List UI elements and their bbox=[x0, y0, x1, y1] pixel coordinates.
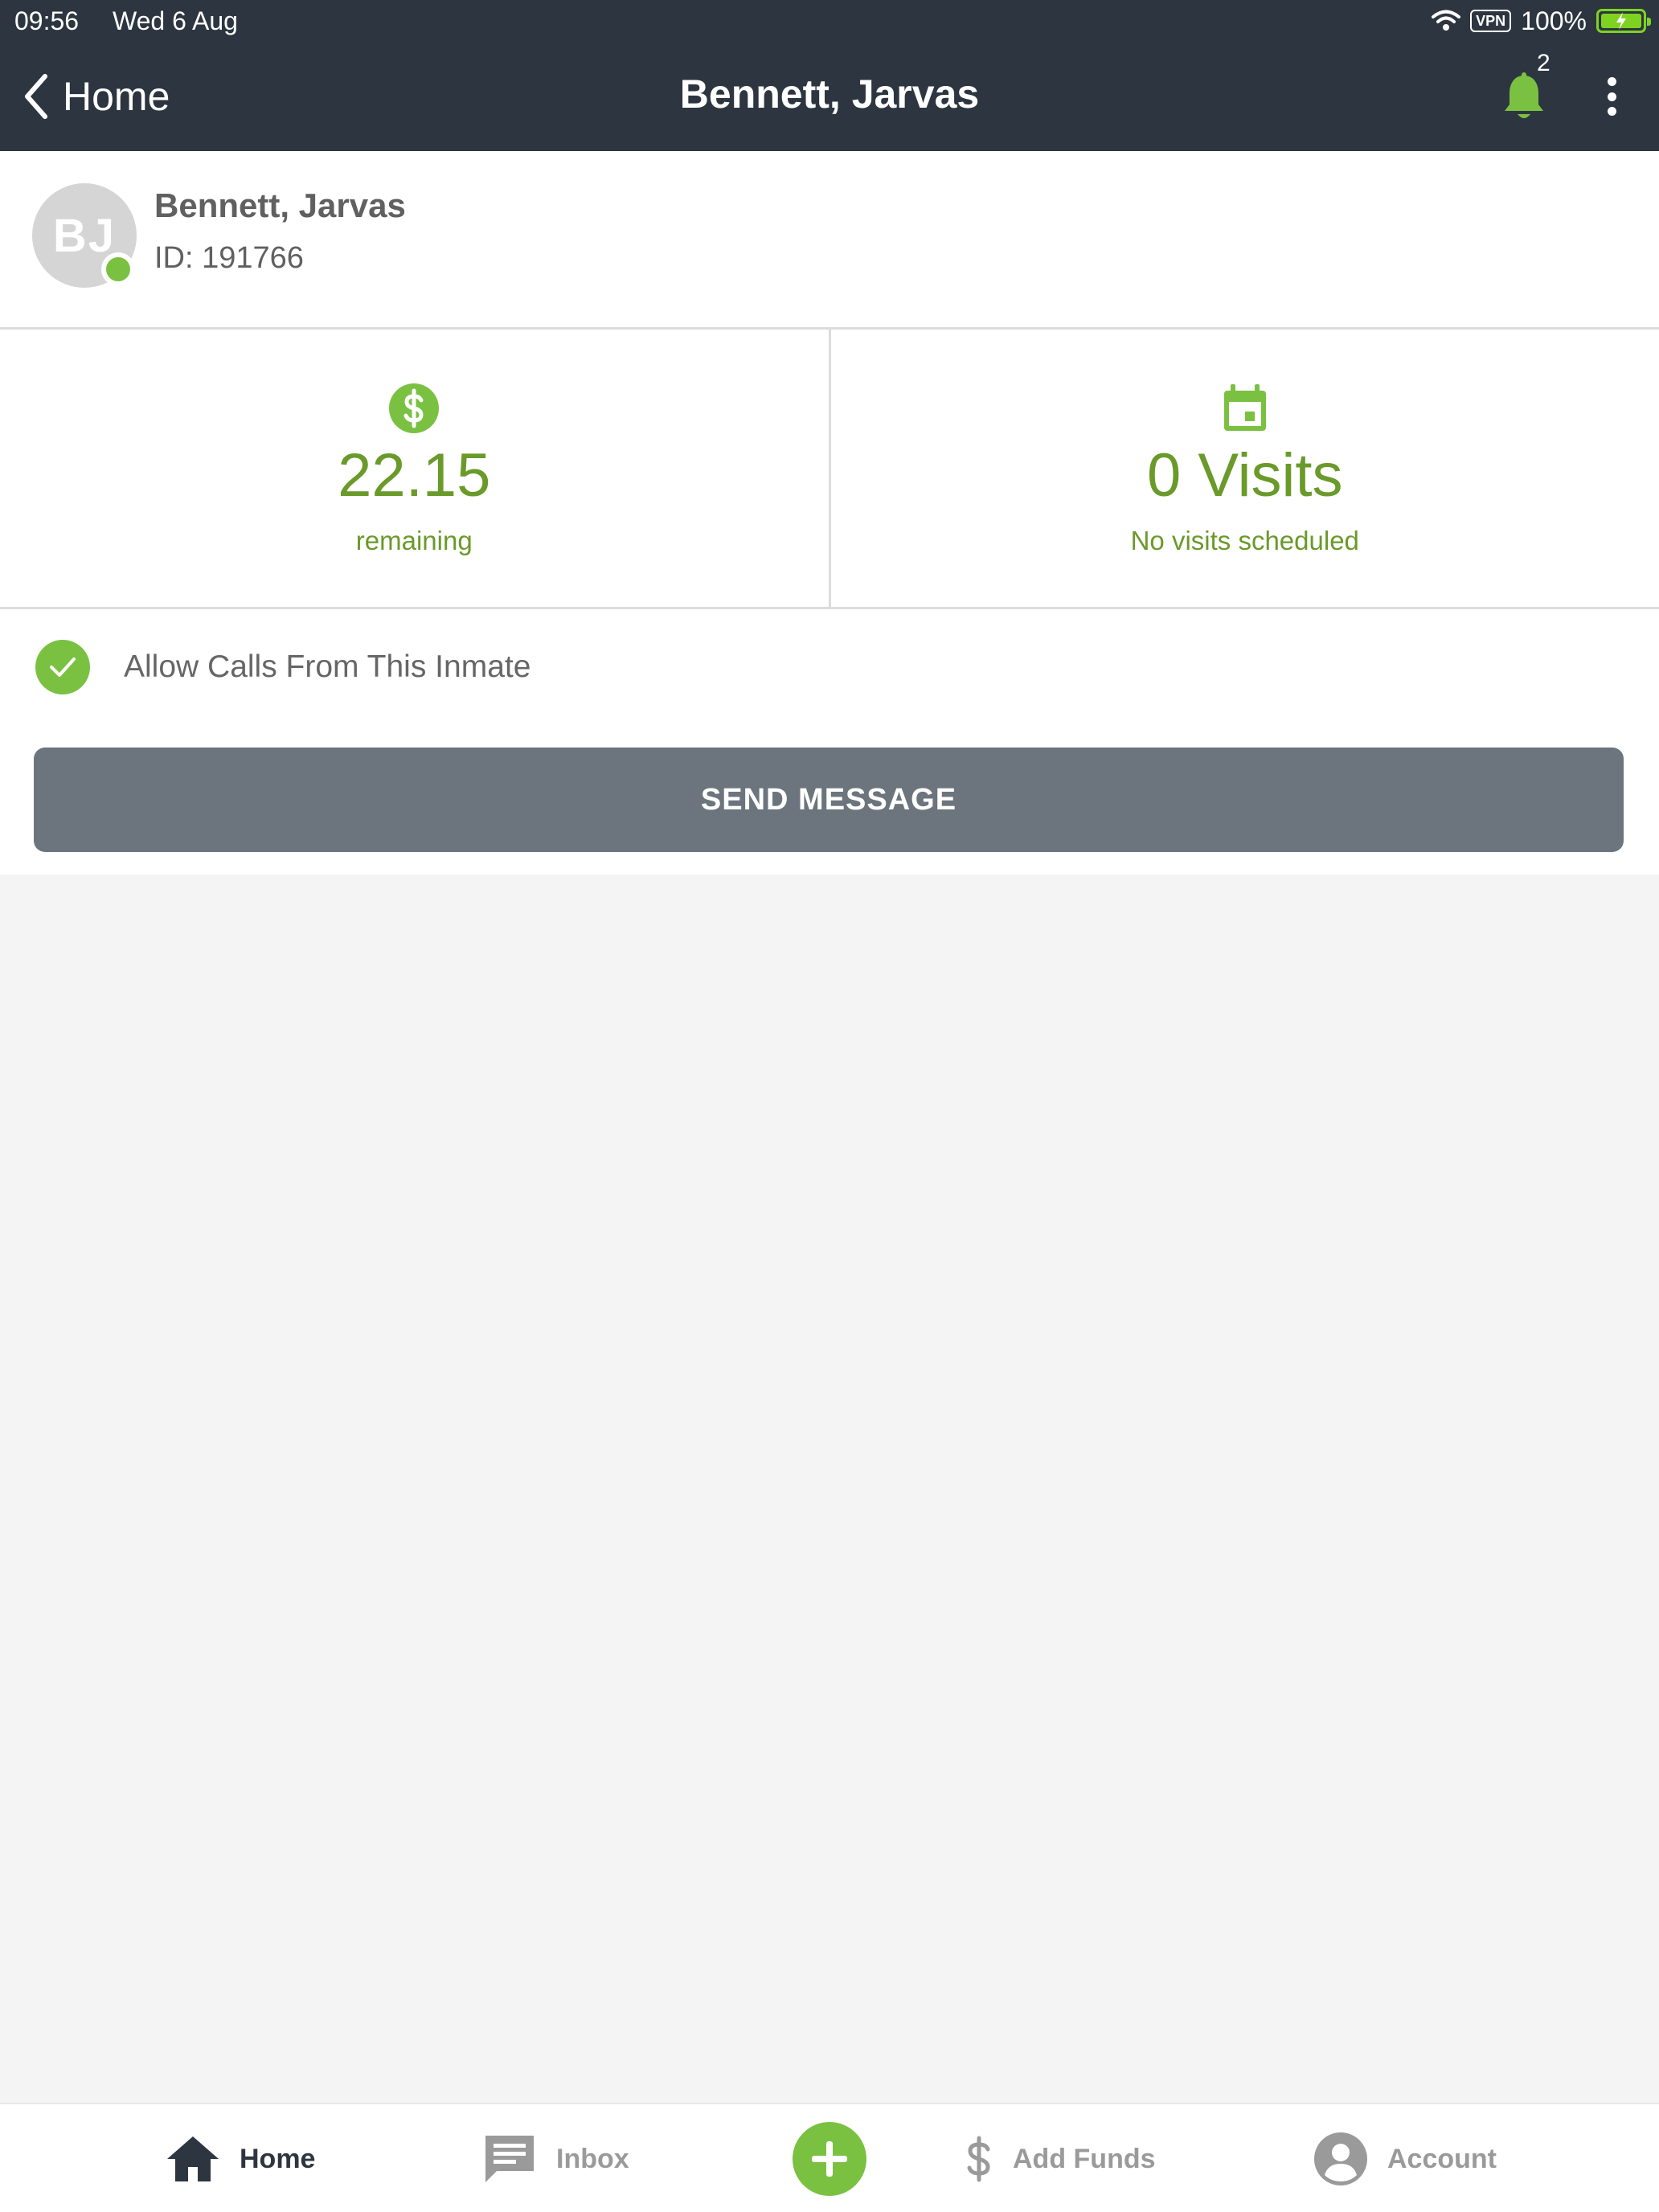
inmate-profile: BJ Bennett, Jarvas ID: 191766 bbox=[0, 151, 1659, 330]
stats-panel: 22.15 remaining 0 Visits No visits sched… bbox=[0, 330, 1659, 609]
tab-add-funds[interactable]: Add Funds bbox=[965, 2104, 1156, 2212]
actions-section: Allow Calls From This Inmate SEND MESSAG… bbox=[0, 609, 1659, 875]
visits-value: 0 Visits bbox=[1146, 441, 1343, 510]
bottom-tab-bar: Home Inbox Add Funds Account bbox=[0, 2103, 1659, 2212]
message-icon bbox=[485, 2136, 534, 2182]
online-status-dot bbox=[101, 252, 135, 286]
dollar-icon bbox=[967, 2136, 990, 2182]
notification-count: 2 bbox=[1537, 50, 1550, 76]
tab-account[interactable]: Account bbox=[1313, 2104, 1497, 2212]
visits-subtitle: No visits scheduled bbox=[1130, 526, 1359, 555]
status-time: 09:56 bbox=[14, 6, 80, 35]
tab-account-label: Account bbox=[1387, 2143, 1497, 2174]
add-button[interactable] bbox=[793, 2104, 866, 2212]
notifications-button[interactable] bbox=[1500, 71, 1548, 122]
allow-calls-checkbox[interactable] bbox=[35, 640, 90, 694]
balance-stat[interactable]: 22.15 remaining bbox=[0, 330, 829, 607]
more-dot bbox=[1607, 92, 1616, 101]
tab-add-funds-label: Add Funds bbox=[1013, 2143, 1156, 2174]
checkmark-icon bbox=[50, 657, 76, 677]
plus-icon bbox=[793, 2122, 866, 2196]
wifi-icon bbox=[1432, 10, 1461, 31]
balance-value: 22.15 bbox=[338, 441, 491, 510]
battery-percent: 100% bbox=[1521, 6, 1587, 35]
home-icon bbox=[167, 2136, 219, 2181]
top-bar: 09:56 Wed 6 Aug VPN 100% Home Bennett, J… bbox=[0, 0, 1659, 151]
tab-home[interactable]: Home bbox=[166, 2104, 315, 2212]
tab-inbox-label: Inbox bbox=[556, 2143, 629, 2174]
battery-icon bbox=[1596, 9, 1651, 33]
bell-icon bbox=[1505, 72, 1543, 118]
calendar-icon bbox=[1223, 384, 1266, 431]
status-indicators: VPN 100% bbox=[1432, 5, 1651, 37]
dollar-circle-icon bbox=[389, 383, 440, 433]
tab-home-label: Home bbox=[240, 2143, 316, 2174]
vpn-badge: VPN bbox=[1470, 10, 1512, 32]
allow-calls-label[interactable]: Allow Calls From This Inmate bbox=[124, 649, 530, 685]
profile-name: Bennett, Jarvas bbox=[154, 186, 406, 224]
profile-id: ID: 191766 bbox=[154, 241, 304, 275]
tab-inbox[interactable]: Inbox bbox=[482, 2104, 629, 2212]
page-title: Bennett, Jarvas bbox=[679, 72, 980, 117]
balance-subtitle: remaining bbox=[355, 526, 473, 555]
status-date: Wed 6 Aug bbox=[113, 6, 238, 35]
more-dot bbox=[1607, 107, 1616, 116]
more-dot bbox=[1607, 77, 1616, 86]
account-icon bbox=[1314, 2132, 1367, 2185]
send-message-button[interactable]: SEND MESSAGE bbox=[34, 748, 1624, 852]
visits-stat[interactable]: 0 Visits No visits scheduled bbox=[828, 330, 1659, 607]
more-options-button[interactable] bbox=[1600, 72, 1624, 121]
